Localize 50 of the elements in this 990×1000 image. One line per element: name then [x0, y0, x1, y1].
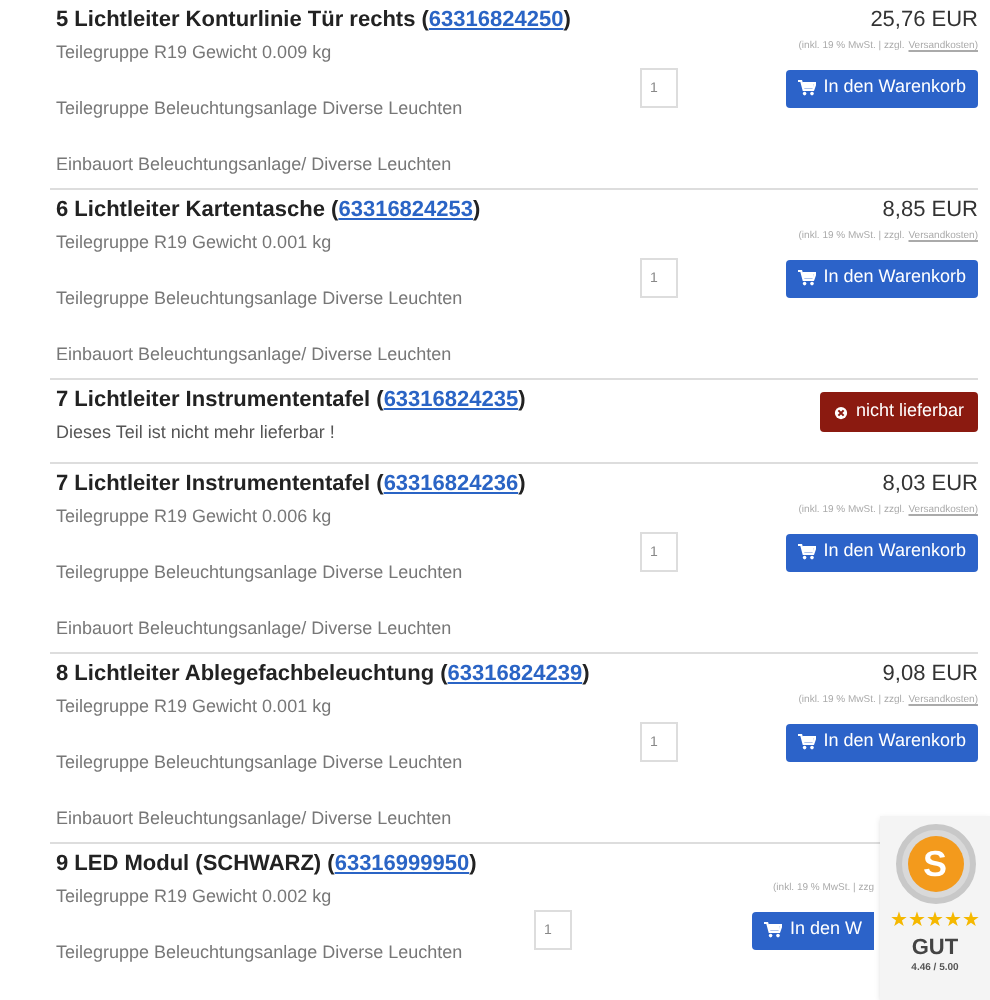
add-to-cart-button[interactable]: In den Warenkorb: [785, 259, 978, 297]
item-detail: Dieses Teil ist nicht mehr lieferbar !: [56, 420, 337, 444]
cart-icon: [797, 734, 816, 750]
item-detail: Teilegruppe Beleuchtungsanlage Diverse Leuchten: [56, 560, 465, 584]
item-title: 6 Lichtleiter Kartentasche (63316824253): [56, 196, 481, 224]
logo-letter: S: [907, 836, 963, 892]
unavailable-button[interactable]: nicht lieferbar: [819, 392, 978, 432]
item-title: 9 LED Modul (SCHWARZ) (63316999950): [56, 850, 477, 878]
star-icon: ★: [944, 910, 962, 932]
item-detail: Teilegruppe R19 Gewicht 0.009 kg: [56, 40, 334, 64]
blocked-icon: [833, 405, 848, 419]
item-detail: Teilegruppe R19 Gewicht 0.006 kg: [56, 504, 334, 528]
price: 25,76 EUR: [870, 6, 978, 34]
part-number-link[interactable]: 63316824253: [338, 198, 474, 222]
star-icon: ★: [908, 910, 926, 932]
item-detail: Einbauort Beleuchtungsanlage/ Diverse Leuchten: [56, 616, 454, 640]
item-detail: Teilegruppe Beleuchtungsanlage Diverse Leuchten: [56, 750, 465, 774]
item-detail: Einbauort Beleuchtungsanlage/ Diverse Leuchten: [56, 806, 454, 830]
price: 8,85 EUR: [882, 196, 978, 224]
item-detail: Teilegruppe Beleuchtungsanlage Diverse Leuchten: [56, 940, 465, 964]
part-number-link[interactable]: 63316824250: [428, 8, 564, 32]
cart-icon: [797, 80, 816, 96]
cart-icon: [763, 922, 782, 938]
price: 8,03 EUR: [882, 470, 978, 498]
add-to-cart-button[interactable]: In den Warenkorb: [785, 69, 978, 107]
price: 9,08 EUR: [882, 660, 978, 688]
item-detail: Einbauort Beleuchtungsanlage/ Diverse Leuchten: [56, 152, 454, 176]
add-to-cart-button[interactable]: In den W: [751, 911, 874, 949]
item-title: 8 Lichtleiter Ablegefachbeleuchtung (63316824239): [56, 660, 590, 688]
item-detail: Teilegruppe R19 Gewicht 0.001 kg: [56, 694, 334, 718]
part-number-link[interactable]: 63316824235: [383, 388, 519, 412]
item-detail: Teilegruppe R19 Gewicht 0.002 kg: [56, 884, 334, 908]
item-title: 7 Lichtleiter Instrumententafel (63316824236): [56, 470, 526, 498]
star-icon: ★: [962, 910, 980, 932]
item-detail: Teilegruppe R19 Gewicht 0.001 kg: [56, 230, 334, 254]
item-detail: Teilegruppe Beleuchtungsanlage Diverse Leuchten: [56, 286, 465, 310]
star-icon: ★: [926, 910, 944, 932]
add-to-cart-button[interactable]: In den Warenkorb: [785, 533, 978, 571]
star-icon: ★: [890, 910, 908, 932]
rating-grade: GUT: [911, 936, 959, 962]
cart-icon: [797, 270, 816, 286]
item-detail: Einbauort Beleuchtungsanlage/ Diverse Leuchten: [56, 342, 454, 366]
part-number-link[interactable]: 63316824239: [447, 662, 583, 686]
part-number-link[interactable]: 63316824236: [383, 472, 519, 496]
item-title: 5 Lichtleiter Konturlinie Tür rechts (63316824250): [56, 6, 571, 34]
cart-icon: [797, 544, 816, 560]
item-title: 7 Lichtleiter Instrumententafel (63316824235): [56, 386, 526, 414]
part-number-link[interactable]: 63316999950: [334, 852, 470, 876]
add-to-cart-button[interactable]: In den Warenkorb: [785, 723, 978, 761]
item-detail: Teilegruppe Beleuchtungsanlage Diverse Leuchten: [56, 96, 465, 120]
